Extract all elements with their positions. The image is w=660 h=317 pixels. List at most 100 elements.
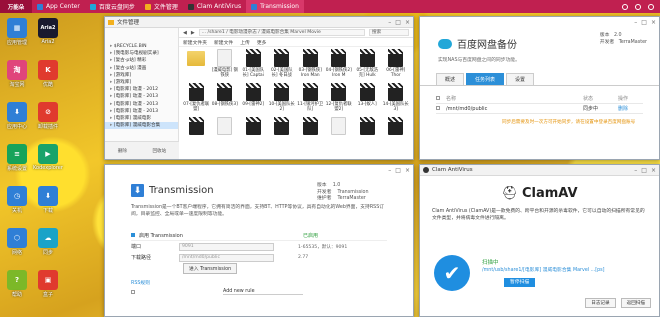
table-row[interactable]: /mnt/md0/public 同步中 删除 <box>436 104 643 114</box>
desktop-icon[interactable]: ⊘ 卸载插件 <box>33 102 63 130</box>
back-icon[interactable]: ◀ <box>183 30 187 36</box>
file-item[interactable]: 14-[美国队长3] <box>383 82 410 115</box>
file-item[interactable] <box>383 116 410 149</box>
maximize-icon[interactable]: □ <box>395 167 401 174</box>
file-item[interactable] <box>269 116 296 149</box>
file-item[interactable]: 06-[雷神] Thor <box>383 48 410 81</box>
desktop-icon[interactable]: ⬡ 网络 <box>2 228 32 256</box>
taskbar-item[interactable]: Clam AntiVirus <box>183 0 246 13</box>
file-item[interactable]: 13-[蚁人] <box>354 82 381 115</box>
file-item[interactable] <box>297 116 324 149</box>
power-icon[interactable] <box>648 3 654 10</box>
tree-node[interactable]: [我电影与电视剧实录] <box>105 50 178 57</box>
tree-node[interactable]: [复古-p站] 精彩 <box>105 57 178 64</box>
file-item[interactable] <box>183 116 210 149</box>
file-item[interactable]: 04-[钢铁侠2] Iron M <box>326 48 353 81</box>
file-item[interactable]: 08-[钢铁侠3] <box>212 82 239 115</box>
file-action-button[interactable]: 新建文件夹 <box>183 39 207 46</box>
file-item[interactable]: [漫威电影] 钢铁侠 <box>212 48 239 81</box>
tab-overview[interactable]: 概述 <box>436 73 465 85</box>
user-icon[interactable] <box>635 3 641 10</box>
forward-icon[interactable]: ▶ <box>191 30 195 36</box>
close-icon[interactable]: × <box>405 167 410 174</box>
row-checkbox[interactable] <box>436 105 440 110</box>
file-item[interactable] <box>183 48 210 81</box>
log-button[interactable]: 日志记录 <box>585 298 616 308</box>
file-item[interactable]: 10-[美国队长2] <box>269 82 296 115</box>
close-icon[interactable]: × <box>405 19 410 26</box>
desktop-icon[interactable]: ? 帮助 <box>2 270 32 298</box>
minimize-icon[interactable]: – <box>388 19 391 26</box>
minimize-icon[interactable]: – <box>634 167 637 174</box>
delete-button[interactable]: 删除 <box>118 148 127 154</box>
desktop-icon[interactable]: ⬇ 应用中心 <box>2 102 32 130</box>
file-action-button[interactable]: 上传 <box>240 39 250 46</box>
rss-rules-link[interactable]: RSS规则 <box>131 279 413 286</box>
file-item[interactable]: 12-[复仇者联盟2] <box>326 82 353 115</box>
taskbar-item[interactable]: App Center <box>32 0 85 13</box>
file-item[interactable]: 11-[银河护卫队] <box>297 82 324 115</box>
file-item[interactable] <box>240 116 267 149</box>
close-icon[interactable]: × <box>651 19 656 26</box>
desktop-icon[interactable]: ▣ 盒子 <box>33 270 63 298</box>
back-scan-button[interactable]: 返回扫描 <box>620 298 651 308</box>
open-transmission-button[interactable]: 进入 Transmission <box>183 263 238 274</box>
baidu-titlebar[interactable]: – □ × <box>420 17 659 28</box>
maximize-icon[interactable]: □ <box>395 19 401 26</box>
desktop-icon[interactable]: ▦ 应用管理 <box>2 18 32 46</box>
tree-node[interactable]: $RECYCLE.BIN <box>105 43 178 50</box>
file-action-button[interactable]: 新建文件 <box>214 39 233 46</box>
file-item[interactable]: 09-[雷神2] <box>240 82 267 115</box>
tree-node[interactable]: [电影库] 漫威电影 <box>105 115 178 122</box>
minimize-icon[interactable]: – <box>634 19 637 26</box>
start-logo[interactable]: 万能朵 <box>0 0 32 13</box>
download-dir-input[interactable]: /mnt/md0/public <box>179 253 274 262</box>
enable-checkbox[interactable] <box>131 233 135 237</box>
desktop-icon[interactable]: ⬇ 下载 <box>33 186 63 214</box>
desktop-icon[interactable]: ◷ 关机 <box>2 186 32 214</box>
add-rule-input[interactable]: Add new rule <box>223 289 303 295</box>
desktop-icon[interactable]: K 优酷 <box>33 60 63 88</box>
tree-node[interactable]: [游戏库] <box>105 72 178 79</box>
taskbar-item[interactable]: Transmission <box>246 0 304 13</box>
file-item[interactable] <box>326 116 353 149</box>
desktop-icon[interactable]: ☁ 同步 <box>33 228 63 256</box>
file-item[interactable]: 01-[美国队长] Captai <box>240 48 267 81</box>
recycle-button[interactable]: 回收站 <box>152 148 166 154</box>
minimize-icon[interactable]: – <box>388 167 391 174</box>
tree-node[interactable]: [游戏库] <box>105 79 178 86</box>
tree-node[interactable]: [电影库] 漫威电影合集 <box>105 122 178 130</box>
file-item[interactable]: 03-[钢铁侠] Iron Man <box>297 48 324 81</box>
tree-node[interactable]: [电影库] 动漫 - 2013 <box>105 101 178 108</box>
desktop-icon[interactable]: 淘淘宝网 <box>2 60 32 88</box>
rss-checkbox[interactable] <box>131 289 135 294</box>
file-item[interactable] <box>354 116 381 149</box>
taskbar-item[interactable]: 文件管理 <box>140 0 183 13</box>
file-action-button[interactable]: 更多 <box>257 39 267 46</box>
close-icon[interactable]: × <box>651 167 656 174</box>
file-item[interactable]: 02-[美国队长] 冬日战 <box>269 48 296 81</box>
tree-node[interactable]: [复古-p站] 漫画 <box>105 65 178 72</box>
select-all-checkbox[interactable] <box>436 95 440 100</box>
transmission-titlebar[interactable]: – □ × <box>105 165 413 176</box>
file-item[interactable]: 05-[无敌浩克] Hulk <box>354 48 381 81</box>
desktop-icon[interactable]: Aria2 Aria2 <box>33 18 63 45</box>
tree-node[interactable]: [电影库] 动漫 - 2013 <box>105 108 178 115</box>
tab-tasks[interactable]: 任务列表 <box>466 73 505 85</box>
delete-link[interactable]: 删除 <box>618 105 643 112</box>
desktop-icon[interactable]: ≡ 系统设置 <box>2 144 32 172</box>
search-input[interactable]: 搜索 <box>369 29 409 36</box>
notification-icon[interactable] <box>622 3 628 10</box>
desktop-icon[interactable]: ▶ Kodexplorer <box>33 144 63 171</box>
maximize-icon[interactable]: □ <box>641 19 647 26</box>
path-bar[interactable]: ... /share1 / 电影动漫杂志 / 漫威电影合集 Marvel Mov… <box>198 29 365 36</box>
clamav-titlebar[interactable]: Clam AntiVirus – □ × <box>420 165 659 176</box>
taskbar-item[interactable]: 百度云盘同步 <box>85 0 140 13</box>
tree-node[interactable]: [电影库] 动漫 - 2013 <box>105 93 178 100</box>
tree-node[interactable]: [电影库] 动漫 - 2012 <box>105 86 178 93</box>
pause-scan-button[interactable]: 暂停扫描 <box>504 278 536 287</box>
maximize-icon[interactable]: □ <box>641 167 647 174</box>
file-manager-titlebar[interactable]: 文件管理 – □ × <box>105 17 413 28</box>
file-item[interactable]: 07-[复仇者联盟] <box>183 82 210 115</box>
file-item[interactable] <box>212 116 239 149</box>
